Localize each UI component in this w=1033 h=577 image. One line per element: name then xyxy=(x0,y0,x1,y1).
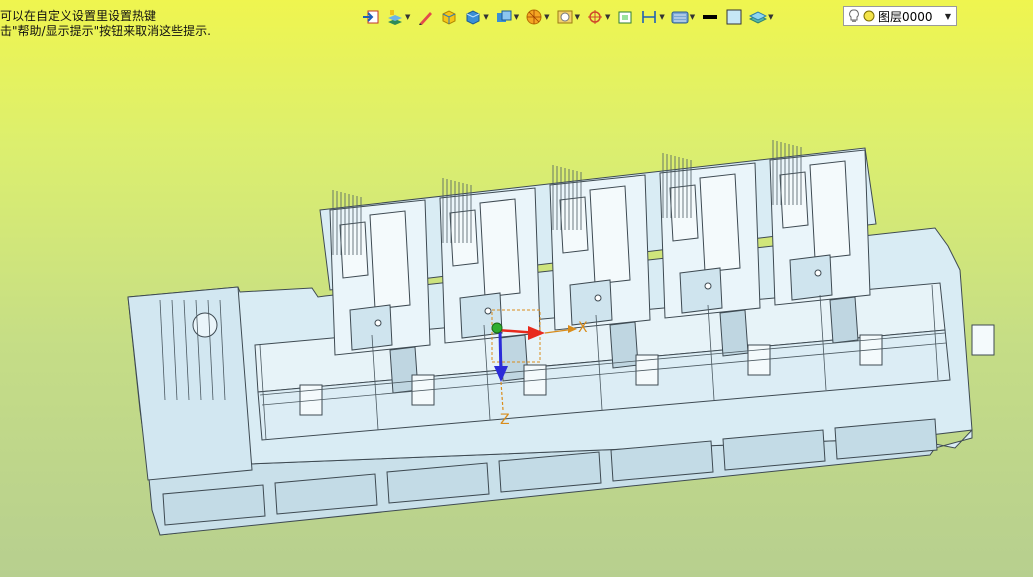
station-bolt xyxy=(704,282,712,290)
station-bolt xyxy=(484,307,492,315)
panel-window xyxy=(971,324,995,356)
left-loader xyxy=(127,286,253,481)
station-slide xyxy=(369,210,411,310)
z-axis-label: Z xyxy=(500,412,510,428)
station-cylinder xyxy=(829,296,859,344)
station-slide xyxy=(699,173,741,273)
station-head xyxy=(569,279,613,326)
station-cylinder xyxy=(719,309,749,357)
station-motor xyxy=(449,209,479,267)
station-bolt xyxy=(814,269,822,277)
station-motor xyxy=(779,171,809,229)
machine-model: X Z xyxy=(127,140,995,536)
station-head xyxy=(349,304,393,351)
x-axis-label: X xyxy=(578,320,588,336)
station-motor xyxy=(669,184,699,242)
station-bolt xyxy=(594,294,602,302)
station-motor xyxy=(339,221,369,279)
triad-origin xyxy=(491,322,503,334)
station-slide xyxy=(589,185,631,285)
station-slide xyxy=(809,160,851,260)
station-motor xyxy=(559,196,589,254)
station-bolt xyxy=(374,319,382,327)
station-head xyxy=(789,254,833,301)
3d-viewport[interactable]: 可以在自定义设置里设置热键 击"帮助/显示提示"按钮来取消这些提示. ▼ ▼ ▼… xyxy=(0,0,1033,577)
station-slide xyxy=(479,198,521,298)
station-head xyxy=(679,267,723,314)
